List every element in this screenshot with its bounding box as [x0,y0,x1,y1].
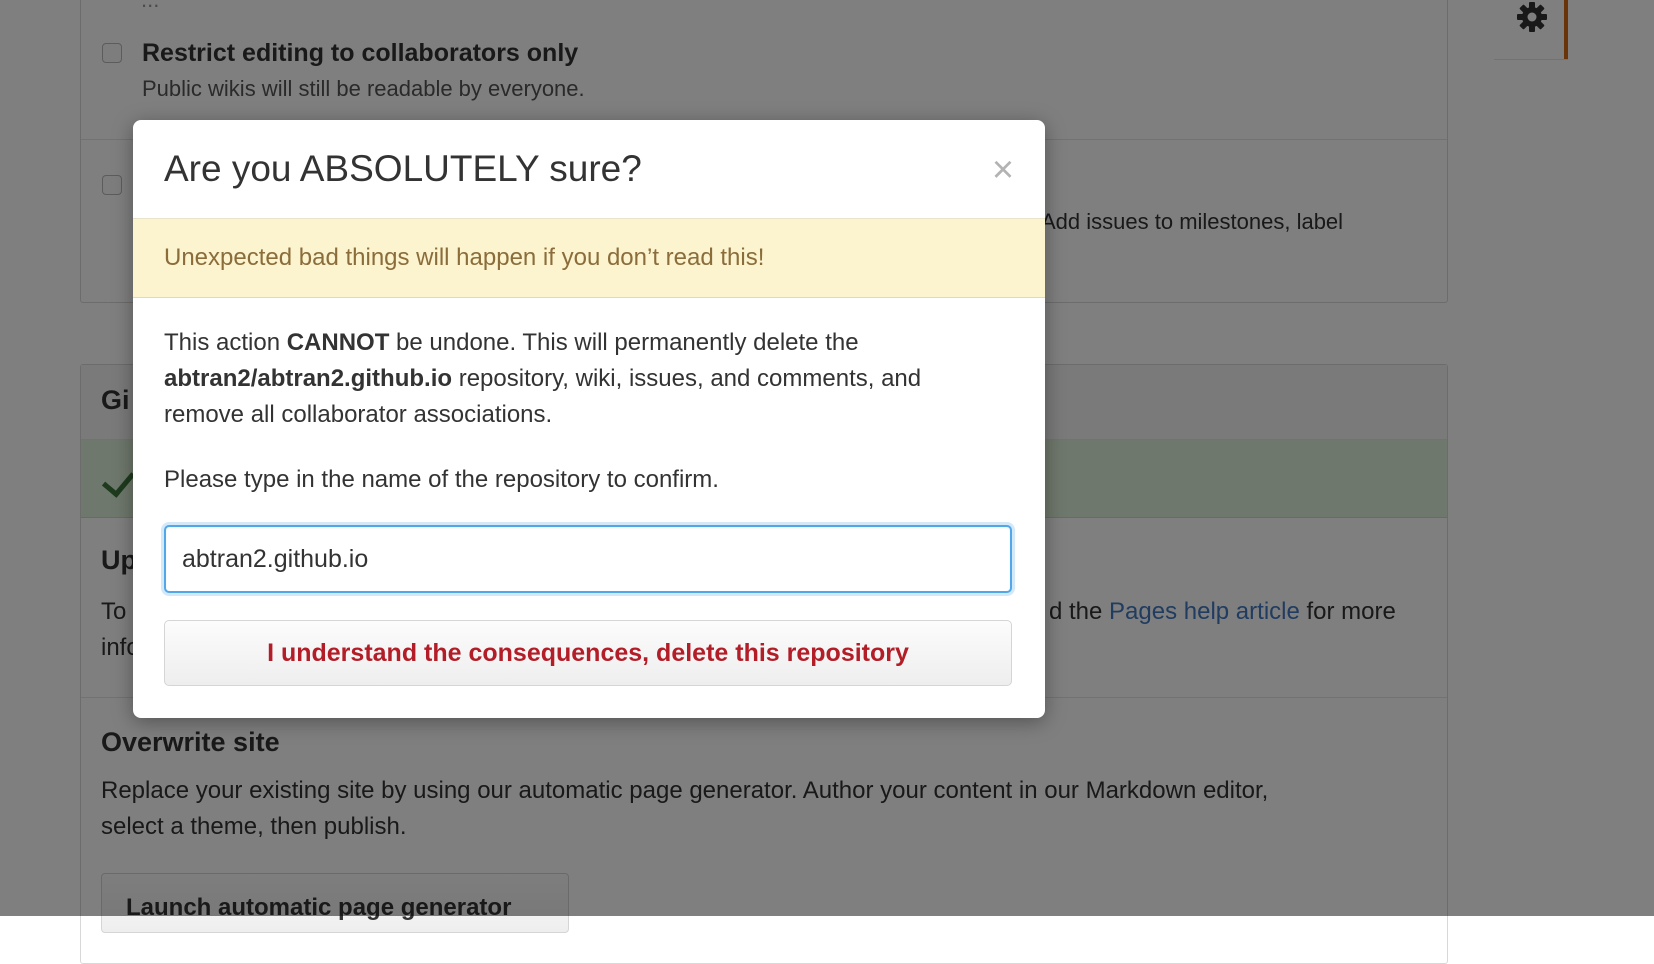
repository-name: abtran2/abtran2.github.io [164,365,453,392]
consequence-text: repository, wiki, issues, and comments, … [452,365,922,392]
close-icon[interactable]: × [985,148,1021,192]
repository-name-input[interactable] [164,525,1012,593]
consequence-text: This action [164,329,287,356]
dialog-body: This action CANNOT be undone. This will … [164,325,1024,433]
consequence-line1: This action CANNOT be undone. This will … [164,325,1024,361]
consequence-text: be undone. This will permanently delete … [389,329,859,356]
warning-banner: Unexpected bad things will happen if you… [133,219,1045,298]
delete-repository-dialog: Are you ABSOLUTELY sure? × Unexpected ba… [133,120,1045,718]
warning-text: Unexpected bad things will happen if you… [164,244,765,271]
confirm-prompt: Please type in the name of the repositor… [164,466,719,493]
cannot-emphasis: CANNOT [286,329,390,356]
confirm-delete-button[interactable]: I understand the consequences, delete th… [164,620,1012,686]
dialog-header: Are you ABSOLUTELY sure? × [133,120,1045,219]
consequence-line2: abtran2/abtran2.github.io repository, wi… [164,361,1024,397]
consequence-line3: remove all collaborator associations. [164,401,553,428]
dialog-title: Are you ABSOLUTELY sure? [164,148,642,189]
